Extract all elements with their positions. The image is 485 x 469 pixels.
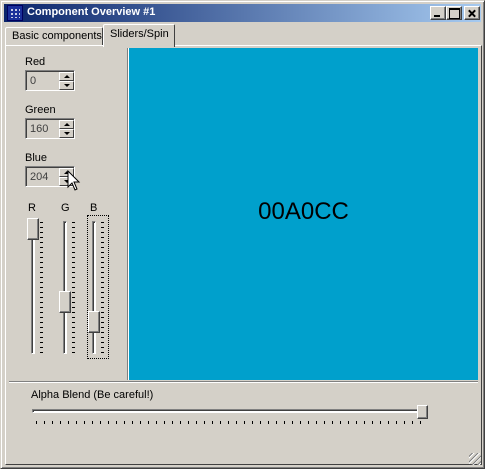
green-slider-ticks (72, 222, 75, 354)
alpha-slider-ticks (36, 421, 426, 424)
red-spin-value[interactable]: 0 (30, 75, 36, 87)
tab-sliders-spin[interactable]: Sliders/Spin (103, 24, 175, 47)
separator (9, 381, 478, 383)
window-title: Component Overview #1 (27, 6, 156, 18)
red-slider-thumb[interactable] (27, 218, 39, 240)
g-slider-label: G (61, 202, 70, 214)
green-spin-down-button[interactable] (59, 129, 74, 138)
blue-slider-thumb[interactable] (88, 310, 100, 333)
main-window: Component Overview #1 Basic components S… (0, 0, 485, 469)
alpha-blend-slider[interactable] (31, 405, 429, 427)
red-label: Red (25, 56, 46, 68)
color-preview: 00A0CC (129, 48, 478, 380)
color-hex-text: 00A0CC (258, 198, 349, 225)
red-spin-edit[interactable]: 0 (25, 70, 75, 91)
green-spin-value[interactable]: 160 (30, 123, 48, 135)
green-spin-edit[interactable]: 160 (25, 118, 75, 139)
blue-slider-ticks (101, 222, 104, 354)
r-slider-label: R (28, 202, 36, 214)
mouse-cursor-icon (67, 170, 81, 191)
blue-slider[interactable] (87, 215, 109, 359)
red-slider[interactable] (27, 216, 47, 358)
b-slider-label: B (90, 202, 98, 214)
blue-slider-track[interactable] (92, 221, 96, 354)
app-icon[interactable] (7, 5, 23, 21)
blue-spin-value[interactable]: 204 (30, 171, 48, 183)
resize-grip-icon[interactable] (469, 453, 481, 465)
red-slider-ticks (40, 222, 43, 354)
tab-basic-components[interactable]: Basic components (5, 27, 103, 46)
red-spin-down-button[interactable] (59, 81, 74, 90)
title-bar[interactable]: Component Overview #1 (4, 4, 481, 22)
red-spin-up-button[interactable] (59, 72, 74, 81)
alpha-slider-track[interactable] (32, 409, 428, 413)
alpha-slider-thumb[interactable] (417, 405, 428, 419)
green-spin-up-button[interactable] (59, 120, 74, 129)
red-slider-track[interactable] (31, 221, 35, 354)
minimize-button[interactable] (430, 6, 446, 20)
blue-label: Blue (25, 152, 48, 164)
green-label: Green (25, 104, 56, 116)
alpha-blend-label: Alpha Blend (Be careful!) (31, 389, 154, 401)
green-slider[interactable] (59, 216, 79, 358)
green-slider-thumb[interactable] (59, 290, 71, 313)
maximize-button[interactable] (446, 6, 462, 20)
green-slider-track[interactable] (63, 221, 67, 354)
close-button[interactable] (464, 6, 480, 20)
